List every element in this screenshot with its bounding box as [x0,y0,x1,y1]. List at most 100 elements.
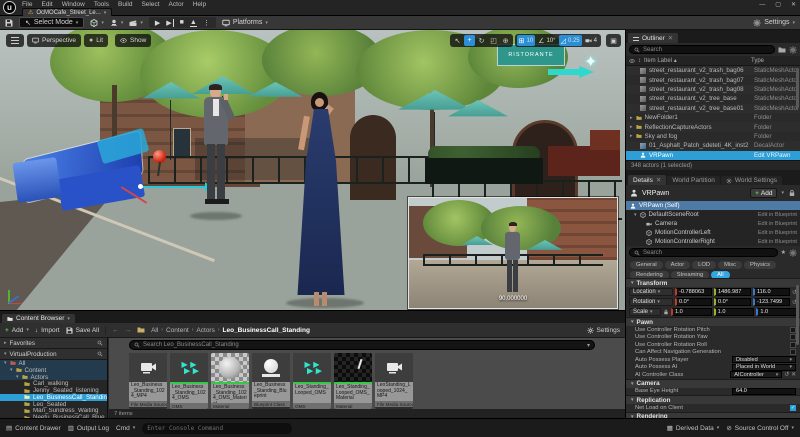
menu-window[interactable]: Window [62,1,85,8]
expand-icon[interactable]: ▸ [630,133,633,139]
tree-item-content[interactable]: ▾ Content [0,366,107,374]
scale-y-field[interactable]: 1.0 [713,308,755,316]
move-tool-button[interactable]: + [464,35,475,46]
component-row-selected[interactable]: VRPawn (Self) [626,201,800,210]
filter-misc[interactable]: Misc [718,261,742,269]
scale-x-field[interactable]: 1.0 [671,308,712,316]
gear-icon[interactable] [789,46,797,54]
base-eye-height-field[interactable]: 64.0 [732,387,796,395]
asset-tile[interactable]: Leo_Business_Standing_Blueprint Blueprin… [252,353,290,409]
level-viewport[interactable]: RISTORANTE ✦ 90.000000 Perspective ● Lit… [0,30,625,310]
rotation-x-field[interactable]: 0.0° [675,298,712,306]
outliner-row[interactable]: street_restaurant_v2_tree_base StaticMesh… [626,94,800,103]
breadcrumb-all[interactable]: All [151,327,158,334]
maximize-viewport-button[interactable]: ▣ [608,35,619,46]
filter-general[interactable]: General [630,261,663,269]
sort-icon[interactable]: ↕ [638,58,641,64]
browse-dropdown[interactable]: ▾ [781,190,784,196]
tab-world-partition[interactable]: World Partition [667,176,720,185]
scale-z-field[interactable]: 1.0 [756,308,798,316]
add-actor-button[interactable]: ▾ [90,19,104,27]
details-search-input[interactable]: Search [629,248,778,257]
column-type[interactable]: Type [751,58,797,64]
section-transform[interactable]: ▾ Transform [626,278,800,287]
cinematics-button[interactable]: ▾ [129,19,143,27]
search-icon[interactable] [97,340,103,346]
location-z-field[interactable]: 116.0 [752,288,790,296]
section-camera[interactable]: ▾ Camera [626,378,800,388]
breadcrumb-actors[interactable]: Actors [196,327,214,334]
content-browser-settings[interactable]: Settings [587,326,620,334]
expand-icon[interactable]: ▸ [630,115,633,121]
save-button[interactable] [5,19,13,27]
grid-snap-toggle[interactable]: ⊞ 10 [516,35,536,46]
play-button[interactable]: ▶ [155,19,160,27]
lock-icon[interactable] [663,309,669,315]
outliner-search-input[interactable]: Search [629,45,775,54]
select-tool-button[interactable]: ↖ [452,35,463,46]
rotation-dropdown[interactable]: Rotation ▾ [629,298,673,306]
perspective-dropdown[interactable]: Perspective [27,34,81,47]
asset-tile[interactable]: Leo_Standing_Looped_OMS_Material Materia… [334,353,372,409]
tree-item[interactable]: Mari_Sundress_Waiting [0,408,107,414]
tree-item-actors[interactable]: ▾ Actors [0,373,107,381]
component-row[interactable]: MotionControllerLeft Edit in Blueprint [626,228,800,237]
tab-details[interactable]: Details ✕ [628,175,667,185]
gear-icon[interactable] [789,249,797,257]
menu-actor[interactable]: Actor [169,1,184,8]
outliner-row[interactable]: ▸ ReflectionCaptureActors Folder [626,122,800,132]
outliner-row[interactable]: street_restaurant_v2_trash_bag08 StaticMe… [626,84,800,95]
ai-controller-dropdown[interactable]: AIController ▾ [730,371,783,379]
output-log-button[interactable]: ▥ Output Log [68,424,109,433]
select-mode-dropdown[interactable]: ↖ Select Mode ▾ [19,17,85,28]
asset-tile[interactable]: Leo_Business_Standing_1024_OMS_Material … [211,353,249,409]
vr-pawn-prop[interactable] [12,127,212,225]
derived-data-button[interactable]: ▦ Derived Data ▾ [667,424,720,433]
add-asset-button[interactable]: + Add ▾ [5,327,29,334]
woman-in-dress[interactable] [290,92,352,308]
asset-tile[interactable]: Leo_Business_Standing_1024_OMS OMS [170,353,208,409]
viewport-options-menu[interactable] [6,34,24,47]
use-selected-icon[interactable]: ↺ [784,372,789,378]
menu-tools[interactable]: Tools [94,1,109,8]
tree-item[interactable]: Carl_walking [0,380,107,387]
outliner-row-selected[interactable]: VRPawn Edit VRPawn [626,150,800,160]
asset-tile[interactable]: LeoStanding_Looped_1024_MP4 File Media S… [375,353,413,409]
source-control-button[interactable]: ⊘ Source Control Off ▾ [726,424,794,433]
auto-possess-ai-dropdown[interactable]: Placed in World ▾ [732,363,796,371]
outliner-row[interactable]: street_restaurant_v2_trash_bag07 StaticMe… [626,75,800,84]
component-row[interactable]: ▾ DefaultSceneRoot Edit in Blueprint [626,210,800,219]
back-button[interactable]: ← [112,327,119,334]
search-icon[interactable] [97,351,103,357]
section-replication[interactable]: ▾ Replication [626,395,800,404]
blueprints-button[interactable]: ▾ [110,19,123,27]
details-scrollbar[interactable] [796,285,799,345]
forward-button[interactable]: → [125,327,132,334]
location-dropdown[interactable]: Location ▾ [629,288,673,296]
location-x-field[interactable]: -0.788063 [675,288,712,296]
expand-icon[interactable]: ▸ [630,124,633,130]
maximize-button[interactable]: ▢ [775,1,781,8]
play-options-kebab[interactable]: ⋮ [203,19,210,27]
eye-icon[interactable] [629,58,635,64]
outliner-row[interactable]: 01_Asphalt_Patch_sdeteti_4K_inst2 DecalAc… [626,141,800,151]
filter-physics[interactable]: Physics [744,261,776,269]
asset-tile[interactable]: Leo_Business_Standing_1024_MP4 File Medi… [129,353,167,409]
breadcrumb-current[interactable]: Leo_BusinessCall_Standing [223,327,310,334]
star-icon[interactable]: ★ [781,249,786,256]
tab-content-browser[interactable]: Content Browser ▾ [2,314,75,323]
content-drawer-button[interactable]: ▤ Content Drawer [6,424,61,433]
column-item-label[interactable]: Item Label ▴ [644,57,748,64]
tree-item-all[interactable]: ▾ All [0,360,107,367]
section-pawn[interactable]: ▾ Pawn [626,317,800,326]
edit-in-blueprint-link[interactable]: Edit in Blueprint [758,212,797,218]
lock-icon[interactable] [788,189,796,197]
edit-in-blueprint-link[interactable]: Edit in Blueprint [758,221,797,227]
filter-actor[interactable]: Actor [664,261,691,269]
import-button[interactable]: ↓ Import [35,327,60,334]
collection-header[interactable]: ▾ VirtualProduction [0,349,107,360]
scale-snap-toggle[interactable]: ◿ 0.25 [558,35,582,46]
clear-icon[interactable]: ✕ [791,372,796,378]
rotation-y-field[interactable]: 0.0° [713,298,751,306]
businessman[interactable] [196,84,236,219]
